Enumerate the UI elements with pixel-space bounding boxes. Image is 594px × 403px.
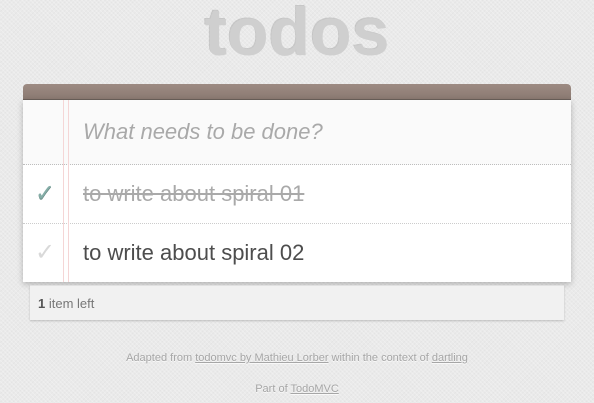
todo-app: ✓ to write about spiral 01 ✓ to write ab…: [23, 84, 571, 282]
info-text: Part of: [255, 383, 291, 395]
new-todo-row: [23, 100, 571, 165]
info-text: within the context of: [328, 352, 432, 364]
header-band: [23, 84, 571, 100]
todo-label[interactable]: to write about spiral 01: [83, 165, 304, 223]
todomvc-link[interactable]: TodoMVC: [290, 383, 338, 395]
todo-card: ✓ to write about spiral 01 ✓ to write ab…: [23, 100, 571, 282]
new-todo-input[interactable]: [83, 100, 553, 164]
todo-item[interactable]: ✓ to write about spiral 01: [23, 165, 571, 224]
check-icon[interactable]: ✓: [31, 238, 59, 268]
info-part-of: Part of TodoMVC: [0, 383, 594, 395]
info-credits: Adapted from todomvc by Mathieu Lorber w…: [0, 352, 594, 364]
todo-item[interactable]: ✓ to write about spiral 02: [23, 224, 571, 282]
info-text: Adapted from: [126, 352, 196, 364]
todo-count-suffix: item left: [45, 296, 95, 311]
author-link[interactable]: todomvc by Mathieu Lorber: [195, 352, 328, 364]
dartling-link[interactable]: dartling: [432, 352, 468, 364]
page-title: todos: [204, 0, 390, 70]
todo-label[interactable]: to write about spiral 02: [83, 224, 304, 282]
check-icon[interactable]: ✓: [31, 179, 59, 209]
todo-footer: 1 item left: [30, 285, 564, 320]
todo-count: 1 item left: [38, 296, 94, 311]
